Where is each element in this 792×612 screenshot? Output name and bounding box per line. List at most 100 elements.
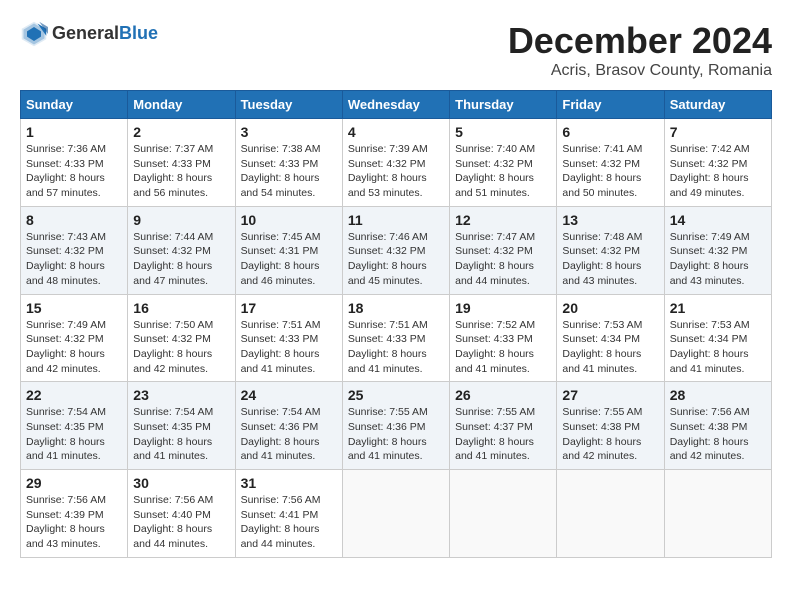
calendar-week-row: 22 Sunrise: 7:54 AM Sunset: 4:35 PM Dayl… [21,382,772,470]
day-number: 10 [241,212,337,228]
header: GeneralBlue December 2024 Acris, Brasov … [20,20,772,80]
calendar-header-monday: Monday [128,91,235,119]
calendar-day-cell: 29 Sunrise: 7:56 AM Sunset: 4:39 PM Dayl… [21,470,128,558]
day-info: Sunrise: 7:43 AM Sunset: 4:32 PM Dayligh… [26,230,122,289]
day-info: Sunrise: 7:55 AM Sunset: 4:36 PM Dayligh… [348,405,444,464]
calendar-day-cell: 25 Sunrise: 7:55 AM Sunset: 4:36 PM Dayl… [342,382,449,470]
calendar-day-cell: 26 Sunrise: 7:55 AM Sunset: 4:37 PM Dayl… [450,382,557,470]
calendar-day-cell: 10 Sunrise: 7:45 AM Sunset: 4:31 PM Dayl… [235,206,342,294]
calendar-day-cell: 28 Sunrise: 7:56 AM Sunset: 4:38 PM Dayl… [664,382,771,470]
logo-general: GeneralBlue [52,24,158,44]
day-info: Sunrise: 7:55 AM Sunset: 4:38 PM Dayligh… [562,405,658,464]
calendar-day-cell: 21 Sunrise: 7:53 AM Sunset: 4:34 PM Dayl… [664,294,771,382]
day-number: 17 [241,300,337,316]
day-number: 26 [455,387,551,403]
day-number: 28 [670,387,766,403]
day-number: 11 [348,212,444,228]
day-number: 2 [133,124,229,140]
calendar-day-cell: 11 Sunrise: 7:46 AM Sunset: 4:32 PM Dayl… [342,206,449,294]
calendar-week-row: 15 Sunrise: 7:49 AM Sunset: 4:32 PM Dayl… [21,294,772,382]
calendar-day-cell: 9 Sunrise: 7:44 AM Sunset: 4:32 PM Dayli… [128,206,235,294]
day-number: 30 [133,475,229,491]
day-number: 13 [562,212,658,228]
calendar-day-cell: 2 Sunrise: 7:37 AM Sunset: 4:33 PM Dayli… [128,119,235,207]
day-info: Sunrise: 7:49 AM Sunset: 4:32 PM Dayligh… [26,318,122,377]
calendar-day-cell: 14 Sunrise: 7:49 AM Sunset: 4:32 PM Dayl… [664,206,771,294]
day-number: 15 [26,300,122,316]
day-info: Sunrise: 7:51 AM Sunset: 4:33 PM Dayligh… [241,318,337,377]
day-number: 16 [133,300,229,316]
day-number: 22 [26,387,122,403]
calendar-header-sunday: Sunday [21,91,128,119]
calendar-header-wednesday: Wednesday [342,91,449,119]
day-number: 24 [241,387,337,403]
calendar-day-cell: 5 Sunrise: 7:40 AM Sunset: 4:32 PM Dayli… [450,119,557,207]
day-number: 31 [241,475,337,491]
calendar-day-cell [557,470,664,558]
calendar-day-cell: 24 Sunrise: 7:54 AM Sunset: 4:36 PM Dayl… [235,382,342,470]
calendar-day-cell: 13 Sunrise: 7:48 AM Sunset: 4:32 PM Dayl… [557,206,664,294]
day-number: 8 [26,212,122,228]
day-info: Sunrise: 7:49 AM Sunset: 4:32 PM Dayligh… [670,230,766,289]
day-info: Sunrise: 7:56 AM Sunset: 4:41 PM Dayligh… [241,493,337,552]
day-number: 20 [562,300,658,316]
day-info: Sunrise: 7:51 AM Sunset: 4:33 PM Dayligh… [348,318,444,377]
day-info: Sunrise: 7:38 AM Sunset: 4:33 PM Dayligh… [241,142,337,201]
day-info: Sunrise: 7:56 AM Sunset: 4:38 PM Dayligh… [670,405,766,464]
day-number: 9 [133,212,229,228]
calendar-header-friday: Friday [557,91,664,119]
day-info: Sunrise: 7:42 AM Sunset: 4:32 PM Dayligh… [670,142,766,201]
day-info: Sunrise: 7:48 AM Sunset: 4:32 PM Dayligh… [562,230,658,289]
calendar-header-row: SundayMondayTuesdayWednesdayThursdayFrid… [21,91,772,119]
day-info: Sunrise: 7:55 AM Sunset: 4:37 PM Dayligh… [455,405,551,464]
day-number: 4 [348,124,444,140]
day-number: 19 [455,300,551,316]
day-info: Sunrise: 7:52 AM Sunset: 4:33 PM Dayligh… [455,318,551,377]
day-info: Sunrise: 7:41 AM Sunset: 4:32 PM Dayligh… [562,142,658,201]
day-number: 1 [26,124,122,140]
calendar-day-cell: 15 Sunrise: 7:49 AM Sunset: 4:32 PM Dayl… [21,294,128,382]
day-info: Sunrise: 7:56 AM Sunset: 4:39 PM Dayligh… [26,493,122,552]
day-info: Sunrise: 7:53 AM Sunset: 4:34 PM Dayligh… [562,318,658,377]
day-number: 25 [348,387,444,403]
day-info: Sunrise: 7:44 AM Sunset: 4:32 PM Dayligh… [133,230,229,289]
title-block: December 2024 Acris, Brasov County, Roma… [508,20,772,80]
day-number: 23 [133,387,229,403]
calendar-week-row: 8 Sunrise: 7:43 AM Sunset: 4:32 PM Dayli… [21,206,772,294]
day-info: Sunrise: 7:46 AM Sunset: 4:32 PM Dayligh… [348,230,444,289]
day-info: Sunrise: 7:54 AM Sunset: 4:36 PM Dayligh… [241,405,337,464]
day-info: Sunrise: 7:54 AM Sunset: 4:35 PM Dayligh… [26,405,122,464]
calendar-day-cell: 19 Sunrise: 7:52 AM Sunset: 4:33 PM Dayl… [450,294,557,382]
day-info: Sunrise: 7:36 AM Sunset: 4:33 PM Dayligh… [26,142,122,201]
logo-text: GeneralBlue [52,24,158,44]
calendar-day-cell: 23 Sunrise: 7:54 AM Sunset: 4:35 PM Dayl… [128,382,235,470]
calendar-day-cell: 3 Sunrise: 7:38 AM Sunset: 4:33 PM Dayli… [235,119,342,207]
location-title: Acris, Brasov County, Romania [508,62,772,80]
day-info: Sunrise: 7:50 AM Sunset: 4:32 PM Dayligh… [133,318,229,377]
day-number: 21 [670,300,766,316]
calendar-day-cell: 1 Sunrise: 7:36 AM Sunset: 4:33 PM Dayli… [21,119,128,207]
day-number: 18 [348,300,444,316]
calendar-day-cell [664,470,771,558]
day-info: Sunrise: 7:53 AM Sunset: 4:34 PM Dayligh… [670,318,766,377]
day-number: 12 [455,212,551,228]
calendar-day-cell: 4 Sunrise: 7:39 AM Sunset: 4:32 PM Dayli… [342,119,449,207]
day-info: Sunrise: 7:45 AM Sunset: 4:31 PM Dayligh… [241,230,337,289]
calendar-week-row: 1 Sunrise: 7:36 AM Sunset: 4:33 PM Dayli… [21,119,772,207]
day-info: Sunrise: 7:37 AM Sunset: 4:33 PM Dayligh… [133,142,229,201]
day-number: 7 [670,124,766,140]
calendar-day-cell: 18 Sunrise: 7:51 AM Sunset: 4:33 PM Dayl… [342,294,449,382]
calendar-day-cell: 20 Sunrise: 7:53 AM Sunset: 4:34 PM Dayl… [557,294,664,382]
calendar-day-cell: 17 Sunrise: 7:51 AM Sunset: 4:33 PM Dayl… [235,294,342,382]
calendar-day-cell: 31 Sunrise: 7:56 AM Sunset: 4:41 PM Dayl… [235,470,342,558]
day-info: Sunrise: 7:47 AM Sunset: 4:32 PM Dayligh… [455,230,551,289]
calendar-day-cell: 6 Sunrise: 7:41 AM Sunset: 4:32 PM Dayli… [557,119,664,207]
calendar-day-cell: 22 Sunrise: 7:54 AM Sunset: 4:35 PM Dayl… [21,382,128,470]
calendar-day-cell: 16 Sunrise: 7:50 AM Sunset: 4:32 PM Dayl… [128,294,235,382]
calendar-day-cell: 12 Sunrise: 7:47 AM Sunset: 4:32 PM Dayl… [450,206,557,294]
day-number: 14 [670,212,766,228]
calendar-day-cell: 8 Sunrise: 7:43 AM Sunset: 4:32 PM Dayli… [21,206,128,294]
calendar-day-cell: 30 Sunrise: 7:56 AM Sunset: 4:40 PM Dayl… [128,470,235,558]
day-number: 5 [455,124,551,140]
calendar-table: SundayMondayTuesdayWednesdayThursdayFrid… [20,90,772,558]
